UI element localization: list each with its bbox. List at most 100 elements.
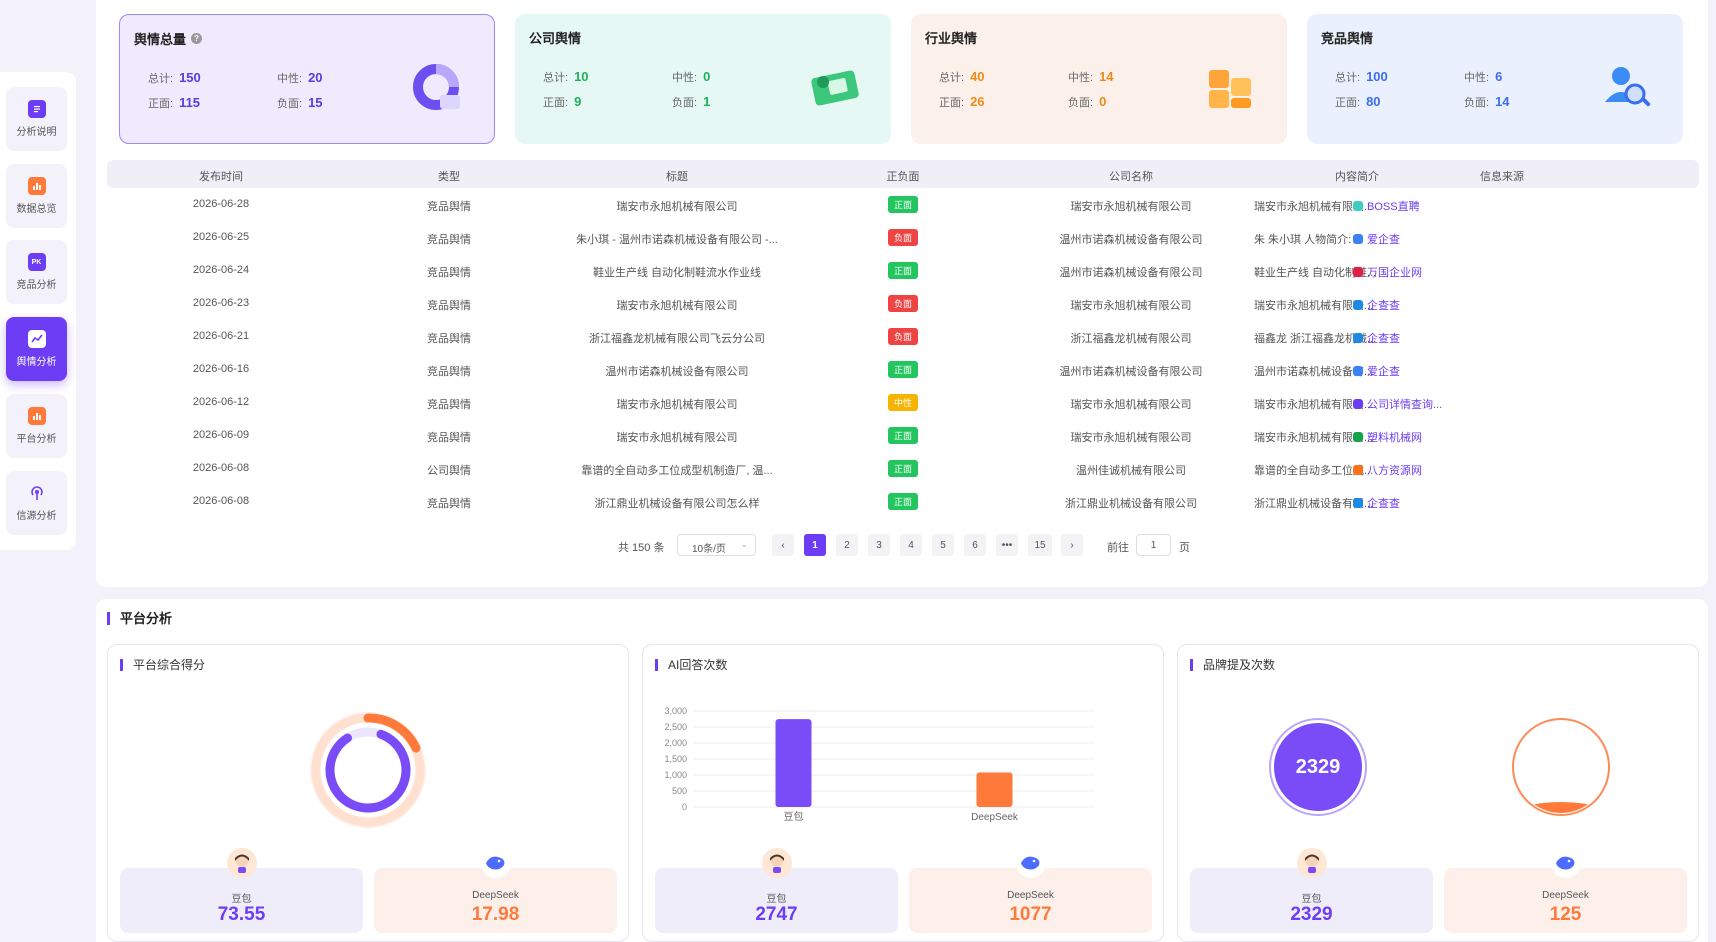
source-link[interactable]: 爱企查	[1353, 231, 1400, 247]
sentiment-badge: 负面	[887, 295, 919, 312]
sidebar-item-source-analysis[interactable]: 信源分析	[6, 471, 67, 535]
header-company[interactable]: 公司名称	[1109, 168, 1153, 184]
y-tick-label: 1,500	[664, 754, 687, 764]
page-size-select[interactable]: 10条/页 ⌄	[677, 534, 756, 556]
cell-date: 2026-06-12	[192, 396, 250, 408]
table-row[interactable]: 2026-06-08 公司舆情 靠谱的全自动多工位成型机制造厂, 温... 正面 温州佳…	[107, 452, 1699, 485]
source-link[interactable]: 塑料机械网	[1353, 429, 1422, 445]
source-logo-icon	[1353, 465, 1363, 475]
goto-page-input[interactable]: 1	[1136, 534, 1171, 556]
doubao-ai-tile: 豆包 2747	[655, 848, 898, 933]
card-industry-sentiment[interactable]: 行业舆情 总计: 40 中性: 14 正面: 26 负面: 0	[911, 14, 1287, 144]
card-company-sentiment[interactable]: 公司舆情 总计: 10 中性: 0 正面: 9 负面: 1	[515, 14, 891, 144]
header-source[interactable]: 信息来源	[1480, 168, 1524, 184]
cell-title: 朱小琪 - 温州市诺森机械设备有限公司 -...	[576, 234, 778, 246]
table-row[interactable]: 2026-06-24 竞品舆情 鞋业生产线 自动化制鞋流水作业线 正面 温州市诺森机械设…	[107, 254, 1699, 287]
card-total-sentiment[interactable]: 舆情总量? 总计: 150 中性: 20 正面: 115 负面: 15	[119, 14, 495, 144]
source-link[interactable]: 八方资源网	[1353, 462, 1422, 478]
table-row[interactable]: 2026-06-09 竞品舆情 瑞安市永旭机械有限公司 正面 瑞安市永旭机械有限公司 瑞安…	[107, 419, 1699, 452]
sentiment-badge: 正面	[887, 460, 919, 477]
source-link[interactable]: 企查查	[1353, 297, 1400, 313]
page-button[interactable]: 15	[1028, 534, 1052, 556]
page-unit-label: 页	[1179, 542, 1190, 554]
bar-deepseek[interactable]	[976, 772, 1013, 807]
header-intro[interactable]: 内容简介	[1335, 168, 1379, 184]
ai-answers-bar-chart: 3,000 2,500 2,000 1,500 1,000 500 0 豆包 DeepSeek	[664, 706, 1095, 823]
document-icon	[27, 100, 46, 118]
header-date[interactable]: 发布时间	[199, 168, 243, 184]
header-sentiment[interactable]: 正负面	[887, 168, 920, 184]
source-link[interactable]: BOSS直聘	[1353, 198, 1420, 214]
table-row[interactable]: 2026-06-08 竞品舆情 浙江鼎业机械设备有限公司怎么样 正面 浙江鼎业机械设备有…	[107, 485, 1699, 518]
table-row[interactable]: 2026-06-23 竞品舆情 瑞安市永旭机械有限公司 负面 瑞安市永旭机械有限公司 瑞安…	[107, 287, 1699, 320]
sentiment-badge: 正面	[887, 196, 919, 213]
platform-value: 2329	[1290, 904, 1333, 925]
table-row[interactable]: 2026-06-12 竞品舆情 瑞安市永旭机械有限公司 中性 瑞安市永旭机械有限公司 瑞安…	[107, 386, 1699, 419]
platform-value: 73.55	[217, 904, 266, 925]
source-link[interactable]: 爱企查	[1353, 363, 1400, 379]
source-logo-icon	[1353, 300, 1363, 310]
cell-type: 竞品舆情	[427, 234, 471, 246]
stat-total: 总计: 40	[939, 69, 985, 84]
sidebar-item-analysis-notes[interactable]: 分析说明	[6, 87, 67, 151]
bar-doubao[interactable]	[775, 719, 812, 807]
cell-sentiment: 负面	[887, 295, 919, 312]
next-page-button[interactable]: ›	[1061, 534, 1083, 556]
cell-source: 万国企业网	[1353, 264, 1422, 280]
cell-source: 爱企查	[1353, 231, 1400, 247]
page-button[interactable]: 3	[868, 534, 890, 556]
cell-title: 瑞安市永旭机械有限公司	[616, 399, 738, 411]
page-button[interactable]: 5	[932, 534, 954, 556]
cell-sentiment: 正面	[887, 262, 919, 279]
sidebar-item-sentiment-analysis[interactable]: 舆情分析	[6, 317, 67, 381]
cell-intro: 朱 朱小琪 人物简介: ...	[1254, 234, 1364, 246]
cell-type: 竞品舆情	[427, 267, 471, 279]
table-row[interactable]: 2026-06-25 竞品舆情 朱小琪 - 温州市诺森机械设备有限公司 -... 负面…	[107, 221, 1699, 254]
prev-page-button[interactable]: ‹	[772, 534, 794, 556]
card-title: 竞品舆情	[1321, 31, 1374, 46]
table-row[interactable]: 2026-06-28 竞品舆情 瑞安市永旭机械有限公司 正面 瑞安市永旭机械有限公司 瑞安…	[107, 188, 1699, 221]
sentiment-badge: 正面	[887, 427, 919, 444]
sidebar-item-platform-analysis[interactable]: 平台分析	[6, 394, 67, 458]
source-logo-icon	[1353, 366, 1363, 376]
page-button[interactable]: 4	[900, 534, 922, 556]
sidebar-item-label: 数据总览	[16, 204, 57, 215]
source-link[interactable]: 企查查	[1353, 330, 1400, 346]
sidebar-item-label: 信源分析	[16, 511, 57, 522]
sidebar-item-competitor-analysis[interactable]: PK 竞品分析	[6, 240, 67, 304]
cell-source: BOSS直聘	[1353, 198, 1420, 214]
source-logo-icon	[1353, 333, 1363, 343]
trend-icon	[27, 330, 46, 348]
deepseek-mention-bubble	[1512, 718, 1610, 816]
header-title[interactable]: 标题	[666, 168, 688, 184]
cell-title: 瑞安市永旭机械有限公司	[616, 300, 738, 312]
cell-date: 2026-06-09	[192, 429, 250, 441]
platform-name: 豆包	[231, 894, 252, 905]
table-row[interactable]: 2026-06-21 竞品舆情 浙江福鑫龙机械有限公司飞云分公司 负面 浙江福鑫龙机械有…	[107, 320, 1699, 353]
source-link[interactable]: 公司详情查询...	[1353, 396, 1442, 412]
sentiment-badge: 负面	[887, 229, 919, 246]
stat-total: 总计: 150	[148, 70, 201, 85]
cell-company: 温州市诺森机械设备有限公司	[1059, 267, 1203, 279]
more-pages-button[interactable]: •••	[996, 534, 1018, 556]
cell-title: 靠谱的全自动多工位成型机制造厂, 温...	[581, 465, 773, 477]
header-type[interactable]: 类型	[438, 168, 460, 184]
card-competitor-sentiment[interactable]: 竞品舆情 总计: 100 中性: 6 正面: 80 负面: 14	[1307, 14, 1683, 144]
platform-name: DeepSeek	[1007, 890, 1054, 901]
help-icon[interactable]: ?	[191, 33, 203, 44]
stat-negative: 负面: 14	[1464, 94, 1510, 109]
page-button[interactable]: 6	[964, 534, 986, 556]
ai-answers-card: AI回答次数 3,000 2,500 2,000 1,500 1,000 500 0 豆包 De…	[642, 644, 1164, 942]
source-link[interactable]: 万国企业网	[1353, 264, 1422, 280]
stat-positive: 正面: 80	[1335, 94, 1381, 109]
sidebar-item-data-overview[interactable]: 数据总览	[6, 164, 67, 228]
page-button[interactable]: 1	[804, 534, 826, 556]
page-button[interactable]: 2	[836, 534, 858, 556]
cell-title: 鞋业生产线 自动化制鞋流水作业线	[592, 267, 762, 279]
stat-total: 总计: 10	[543, 69, 589, 84]
platform-name: 豆包	[766, 894, 787, 905]
source-link[interactable]: 企查查	[1353, 495, 1400, 511]
table-row[interactable]: 2026-06-16 竞品舆情 温州市诺森机械设备有限公司 正面 温州市诺森机械设备有限…	[107, 353, 1699, 386]
deepseek-score-tile: DeepSeek 17.98	[374, 848, 617, 933]
cell-source: 八方资源网	[1353, 462, 1422, 478]
